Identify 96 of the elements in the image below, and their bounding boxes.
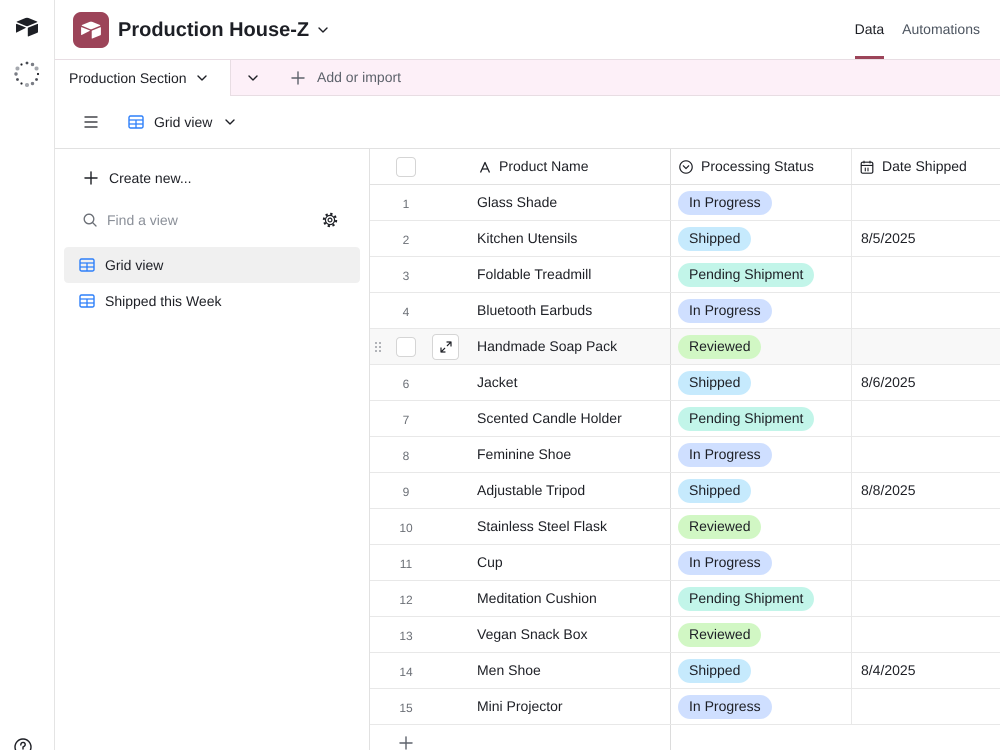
add-import-button[interactable]: Add or import [291, 60, 402, 95]
status-badge: Pending Shipment [678, 586, 814, 610]
row-number: 15 [399, 700, 413, 716]
logo-icon[interactable] [15, 17, 39, 37]
table-cell-text: 8/5/2025 [860, 229, 916, 248]
expand-button[interactable] [432, 334, 459, 360]
plus-icon[interactable] [399, 736, 413, 750]
table-row[interactable]: 2 Kitchen Utensils Shipped 8/5/2025 [370, 221, 1000, 257]
status-badge: Reviewed [678, 334, 762, 358]
letter-a-icon [479, 160, 491, 172]
table-cell: Scented Candle Holder [470, 401, 671, 436]
row-number: 14 [399, 664, 413, 680]
grid-icon [79, 294, 95, 308]
row-number: 12 [399, 592, 413, 608]
table-cell: Kitchen Utensils [470, 221, 671, 256]
table-cell: Bluetooth Earbuds [470, 293, 671, 328]
status-badge: Shipped [678, 478, 752, 502]
plus-icon[interactable] [291, 70, 305, 84]
table-row[interactable]: 11 Cup In Progress [370, 545, 1000, 581]
view-item[interactable]: Shipped this Week [64, 283, 360, 319]
status-badge: Shipped [678, 370, 752, 394]
table-row[interactable]: 14 Men Shoe Shipped 8/4/2025 [370, 653, 1000, 689]
table-cell-text: 8/6/2025 [860, 373, 916, 392]
table-cell: Adjustable Tripod [470, 473, 671, 508]
search-icon [83, 213, 97, 227]
status-badge: Shipped [678, 658, 752, 682]
chevron-circle-icon [679, 160, 693, 174]
calendar-icon [860, 160, 874, 174]
table-row[interactable]: 3 Foldable Treadmill Pending Shipment [370, 257, 1000, 293]
row-number: 13 [399, 628, 413, 644]
row-number: 10 [399, 520, 413, 536]
table-row[interactable]: 12 Meditation Cushion Pending Shipment [370, 581, 1000, 617]
grid-icon [79, 258, 95, 272]
app-icon[interactable] [73, 12, 109, 48]
status-badge: In Progress [678, 694, 772, 718]
status-badge: In Progress [678, 442, 772, 466]
table-cell: Foldable Treadmill [470, 257, 671, 292]
status-badge: Shipped [678, 226, 752, 250]
row-checkbox[interactable] [396, 336, 416, 356]
status-badge: Reviewed [678, 514, 762, 538]
plus-icon [84, 171, 98, 185]
row-number: 2 [402, 232, 410, 248]
table-tab[interactable]: Production Section [55, 60, 231, 96]
table-cell: Mini Projector [470, 689, 671, 724]
row-number: 3 [402, 268, 410, 284]
table-cell: Vegan Snack Box [470, 617, 671, 652]
table-row[interactable]: 10 Stainless Steel Flask Reviewed [370, 509, 1000, 545]
table-cell: Glass Shade [470, 185, 671, 220]
row-number: 4 [402, 304, 410, 320]
status-badge: Pending Shipment [678, 406, 814, 430]
table-cell: Feminine Shoe [470, 437, 671, 472]
select-all-checkbox[interactable] [396, 156, 416, 176]
column-header[interactable]: Date Shipped [882, 156, 967, 177]
nav-tab[interactable]: Automations [902, 0, 980, 59]
table-cell: Men Shoe [470, 653, 671, 688]
table-cell: Cup [470, 545, 671, 580]
table-cell: Meditation Cushion [470, 581, 671, 616]
search-field[interactable]: Find a view [107, 210, 322, 230]
table-row[interactable]: 7 Scented Candle Holder Pending Shipment [370, 401, 1000, 437]
row-number: 11 [400, 556, 412, 572]
dotted-ring-icon[interactable] [13, 60, 41, 88]
create-view-button[interactable]: Create new... [64, 162, 360, 194]
settings-icon[interactable] [322, 212, 338, 228]
status-badge: Pending Shipment [678, 262, 814, 286]
table-cell-text: 8/8/2025 [860, 481, 916, 500]
menu-icon[interactable] [84, 116, 98, 128]
table-row[interactable]: 13 Vegan Snack Box Reviewed [370, 617, 1000, 653]
row-number: 8 [402, 448, 410, 464]
column-header[interactable]: Processing Status [701, 156, 814, 177]
table-row[interactable]: 4 Bluetooth Earbuds In Progress [370, 293, 1000, 329]
status-badge: In Progress [678, 298, 772, 322]
table-row[interactable]: 15 Mini Projector In Progress [370, 689, 1000, 725]
row-number: 7 [402, 412, 410, 428]
help-icon[interactable] [14, 737, 32, 750]
table-cell-text: 8/4/2025 [860, 661, 916, 680]
table-cell: Stainless Steel Flask [470, 509, 671, 544]
column-header[interactable]: Product Name [499, 156, 588, 177]
status-badge: In Progress [678, 550, 772, 574]
view-item[interactable]: Grid view [64, 247, 360, 283]
status-badge: In Progress [678, 190, 772, 214]
table-cell: Jacket [470, 365, 671, 400]
table-row[interactable]: 6 Jacket Shipped 8/6/2025 [370, 365, 1000, 401]
base-title[interactable]: Production House-Z [118, 14, 310, 44]
row-number: 6 [402, 376, 410, 392]
table-row[interactable]: 8 Feminine Shoe In Progress [370, 437, 1000, 473]
row-number: 1 [402, 196, 410, 212]
table-row[interactable]: Handmade Soap Pack Reviewed [370, 329, 1000, 365]
table-row[interactable]: 9 Adjustable Tripod Shipped 8/8/2025 [370, 473, 1000, 509]
table-row[interactable]: 1 Glass Shade In Progress [370, 185, 1000, 221]
status-badge: Reviewed [678, 622, 762, 646]
grid-icon [128, 115, 144, 129]
view-switcher-button[interactable]: Grid view [128, 112, 236, 132]
row-number: 9 [402, 484, 410, 500]
drag-handle-icon[interactable] [375, 342, 381, 352]
table-cell: Handmade Soap Pack [470, 329, 671, 364]
expand-icon [440, 340, 452, 352]
